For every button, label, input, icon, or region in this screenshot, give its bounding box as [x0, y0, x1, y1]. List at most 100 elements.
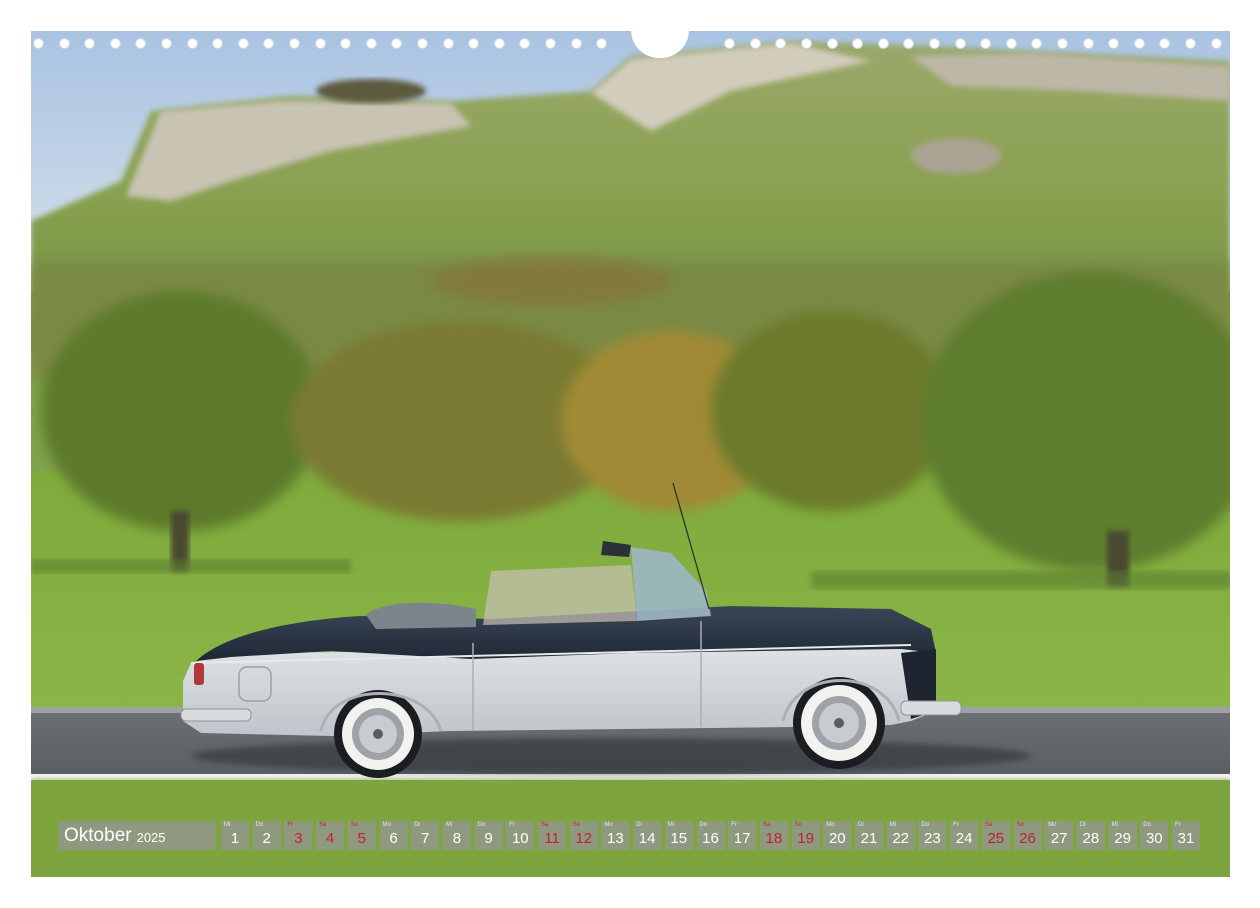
- weekday-label: Mo: [1048, 822, 1057, 828]
- binding-hole: [980, 38, 992, 49]
- binding-hole: [775, 38, 787, 49]
- day-cell: Mi 29: [1108, 821, 1137, 850]
- binding-hole: [58, 38, 70, 49]
- day-cell: Di 14: [633, 821, 662, 850]
- day-number: 29: [1114, 830, 1131, 847]
- day-number: 11: [544, 830, 560, 847]
- day-number: 21: [860, 830, 878, 847]
- cabriolet-photo: [31, 31, 1230, 877]
- day-cell: So 26: [1013, 821, 1042, 850]
- weekday-label: So: [350, 822, 359, 828]
- binding-hole: [852, 38, 864, 49]
- binding-hole: [1005, 38, 1017, 49]
- binding-hole: [135, 38, 147, 49]
- day-cell: Sa 11: [538, 821, 566, 850]
- day-cell: Mi 8: [442, 821, 471, 850]
- day-number: 31: [1177, 830, 1195, 847]
- binding-hole: [493, 38, 505, 49]
- binding-hole: [877, 38, 889, 49]
- day-cell: So 12: [569, 821, 598, 850]
- day-cell: Fr 3: [284, 821, 313, 850]
- day-cell: Mi 22: [886, 821, 915, 850]
- binding-hole: [801, 38, 812, 49]
- day-cell: Di 28: [1076, 821, 1105, 850]
- day-number: 25: [987, 830, 1005, 847]
- binding-hole: [212, 38, 224, 49]
- day-cell: Fr 24: [950, 821, 979, 850]
- binding-hole: [365, 38, 377, 49]
- binding-hole: [468, 38, 480, 49]
- weekday-label: Fr: [509, 822, 515, 828]
- day-cell: Mo 27: [1045, 821, 1074, 850]
- month-name: Oktober: [64, 824, 132, 846]
- weekday-label: Mi: [889, 822, 897, 828]
- day-cell: Fr 17: [728, 821, 757, 850]
- day-number: 10: [511, 830, 529, 847]
- binding-hole: [903, 38, 915, 49]
- weekday-label: Mo: [382, 822, 391, 828]
- day-number: 8: [452, 830, 462, 847]
- day-number: 13: [607, 830, 624, 847]
- day-number: 3: [294, 830, 303, 847]
- day-cell: Mo 20: [823, 821, 852, 850]
- day-number: 4: [325, 830, 335, 847]
- binding-hole: [1108, 38, 1120, 49]
- day-cell: Do 16: [696, 821, 725, 850]
- day-cell: Mi 1: [221, 821, 249, 850]
- day-number: 22: [892, 830, 910, 847]
- binding-hole: [84, 38, 96, 49]
- calendar-page: Oktober 2025 Mi 1 Do 2 Fr 3 Sa 4 So 5 Mo 6 Di 7 Mi 8 Do 9…: [0, 0, 1260, 908]
- binding-hole: [263, 38, 275, 49]
- weekday-label: Di: [1079, 822, 1086, 828]
- binding-hole: [109, 38, 121, 49]
- binding-hole: [161, 38, 172, 49]
- day-number: 7: [421, 830, 430, 847]
- day-cell: Di 7: [411, 821, 440, 850]
- binding-hole: [724, 38, 736, 49]
- day-cell: Di 21: [855, 821, 883, 850]
- weekday-label: Mi: [224, 822, 231, 828]
- weekday-label: Mi: [667, 822, 675, 828]
- day-cell: Do 23: [918, 821, 947, 850]
- binding-hole: [1082, 38, 1094, 49]
- day-number: 12: [575, 830, 593, 847]
- weekday-label: So: [572, 822, 581, 828]
- binding-hole: [391, 38, 403, 49]
- weekday-label: Fr: [731, 822, 737, 828]
- day-number: 1: [230, 830, 240, 847]
- day-number: 19: [797, 830, 814, 847]
- binding-hole: [596, 38, 608, 49]
- weekday-label: Do: [1143, 822, 1151, 828]
- day-number: 2: [262, 830, 271, 847]
- day-number: 23: [924, 830, 941, 847]
- day-number: 17: [733, 830, 751, 847]
- weekday-label: Fr: [287, 822, 294, 828]
- day-cell: Do 2: [252, 821, 281, 850]
- day-number: 14: [638, 830, 656, 847]
- day-cell: Fr 10: [506, 821, 535, 850]
- binding-hole: [954, 38, 966, 49]
- day-number: 20: [828, 830, 846, 847]
- day-cell: Do 30: [1140, 821, 1169, 850]
- binding-hole: [545, 38, 556, 49]
- day-number: 18: [765, 830, 783, 847]
- binding-hole: [237, 38, 249, 49]
- weekday-label: Mo: [826, 822, 835, 828]
- year-label: 2025: [136, 830, 166, 845]
- day-cell: Sa 18: [759, 821, 788, 850]
- day-number: 24: [955, 830, 973, 847]
- binding-hole: [186, 38, 198, 49]
- binding-hole: [519, 38, 531, 49]
- binding-hole: [1159, 38, 1171, 49]
- day-number: 9: [484, 830, 493, 847]
- weekday-label: So: [794, 822, 802, 828]
- weekday-label: Sa: [541, 822, 549, 828]
- binding-hole: [1210, 38, 1222, 49]
- weekday-label: Fr: [953, 822, 959, 828]
- day-cell: Sa 25: [981, 821, 1010, 850]
- binding-hole: [1031, 38, 1043, 49]
- weekday-label: Do: [921, 822, 930, 828]
- day-cell: Mo 13: [601, 821, 630, 850]
- weekday-label: Di: [414, 822, 420, 828]
- binding-hole: [1185, 38, 1196, 49]
